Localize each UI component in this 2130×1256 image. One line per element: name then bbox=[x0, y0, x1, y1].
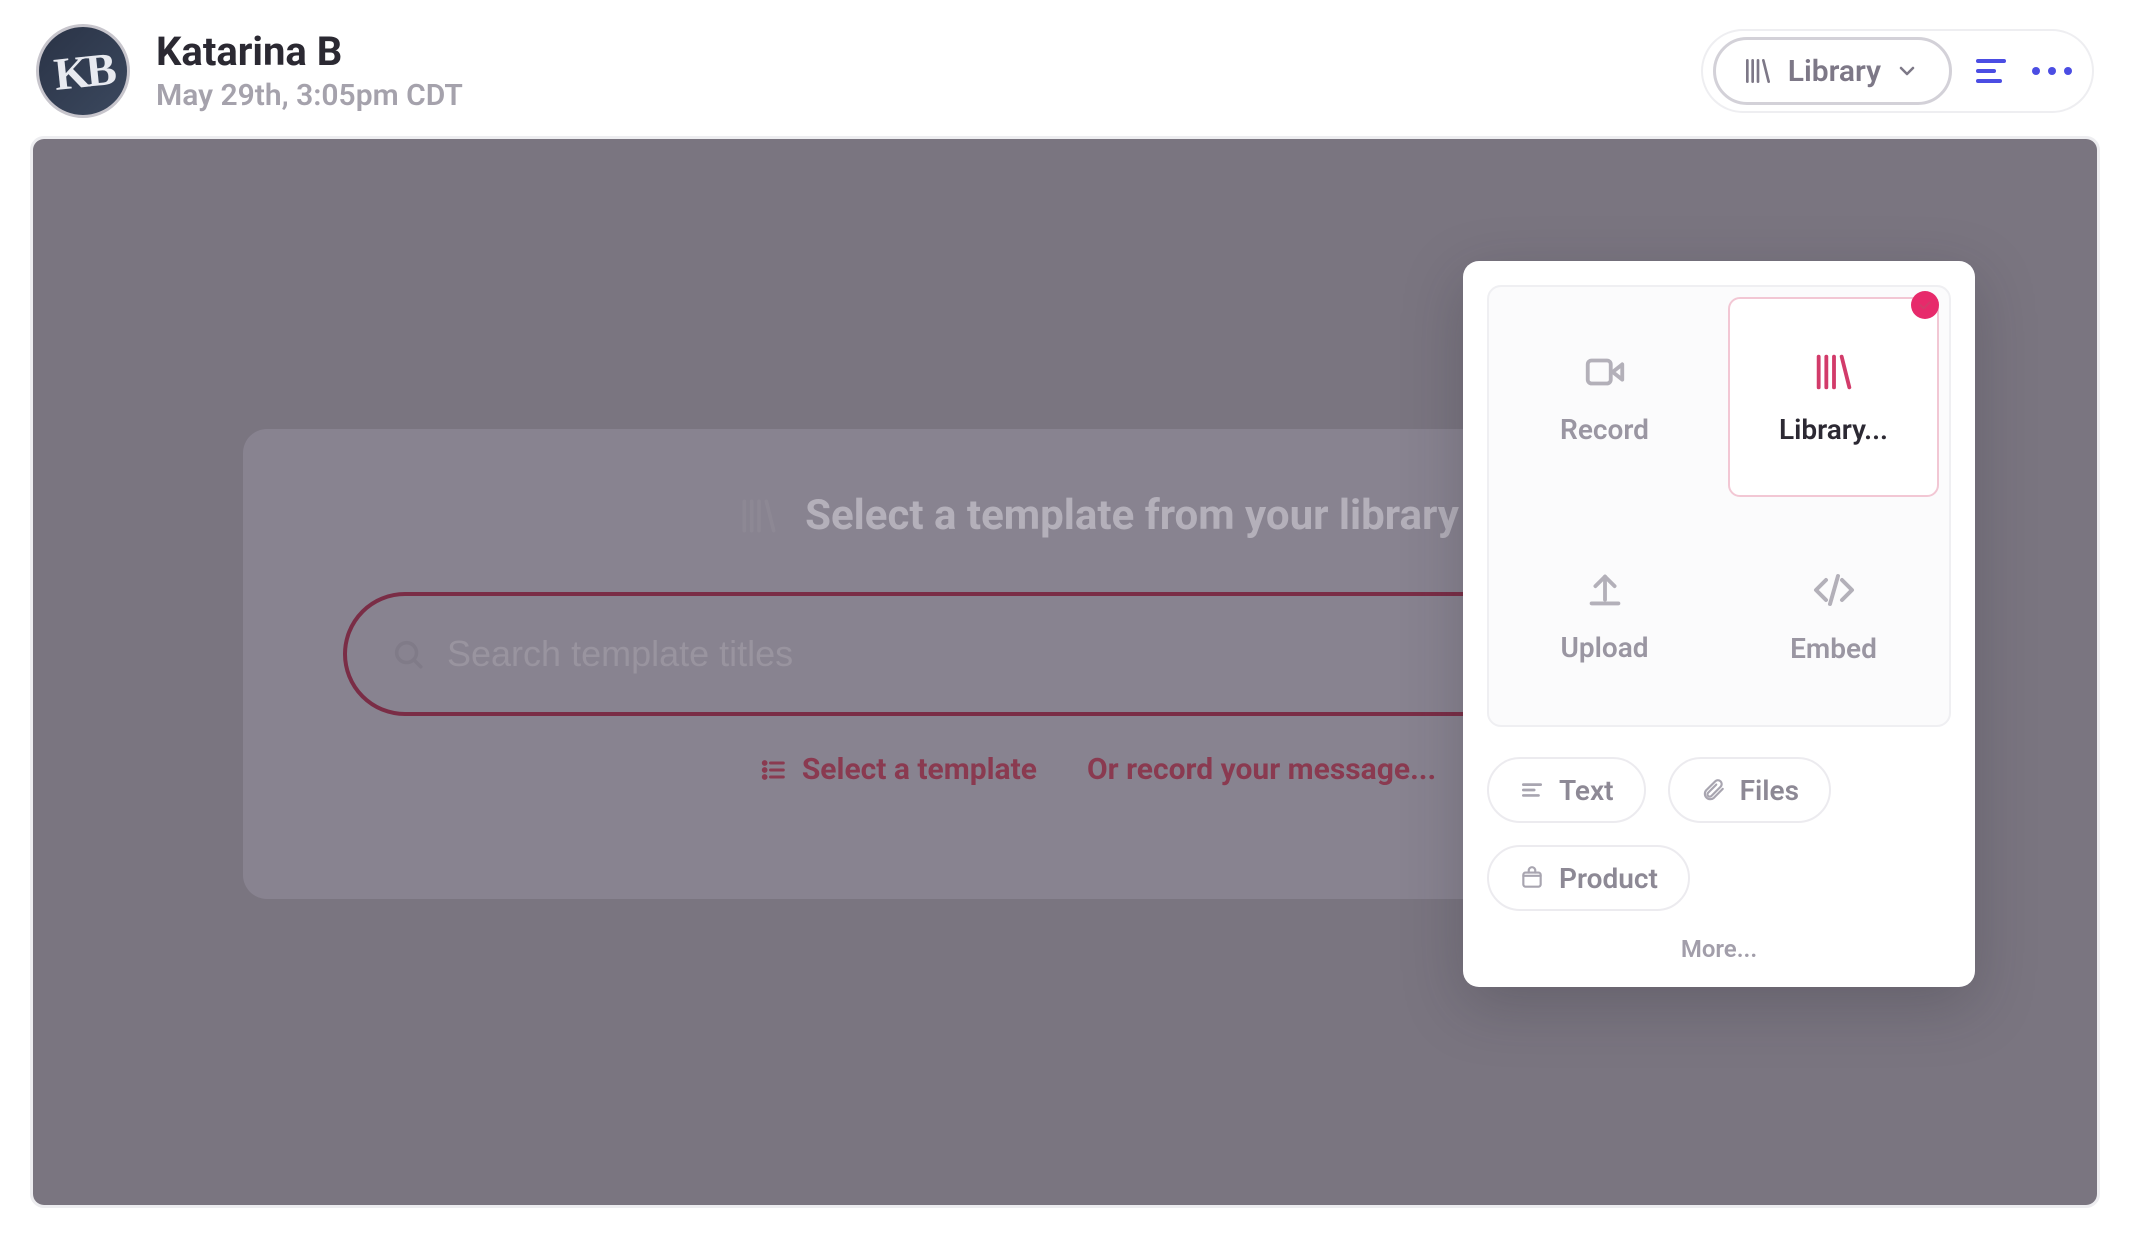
tile-embed[interactable]: Embed bbox=[1728, 515, 1939, 715]
library-icon bbox=[737, 494, 781, 538]
more-link-label: More... bbox=[1681, 935, 1757, 963]
more-menu-button[interactable] bbox=[2022, 61, 2082, 81]
user-name: Katarina B bbox=[156, 30, 1701, 74]
page-header: KB Katarina B May 29th, 3:05pm CDT Libra… bbox=[30, 20, 2100, 136]
list-icon bbox=[760, 756, 788, 784]
select-template-link[interactable]: Select a template bbox=[760, 752, 1037, 787]
tile-record-label: Record bbox=[1560, 413, 1649, 446]
chip-files[interactable]: Files bbox=[1668, 757, 1831, 823]
library-dropdown-label: Library bbox=[1788, 54, 1881, 89]
code-icon bbox=[1810, 566, 1858, 614]
tile-upload-label: Upload bbox=[1560, 631, 1648, 664]
box-icon bbox=[1519, 865, 1545, 891]
tile-embed-label: Embed bbox=[1790, 632, 1877, 665]
modal-links: Select a template Or record your message… bbox=[760, 752, 1436, 787]
chip-files-label: Files bbox=[1740, 774, 1799, 807]
upload-icon bbox=[1582, 567, 1628, 613]
video-icon bbox=[1582, 349, 1628, 395]
user-block: Katarina B May 29th, 3:05pm CDT bbox=[156, 30, 1701, 113]
tile-upload[interactable]: Upload bbox=[1499, 515, 1710, 715]
tile-library-label: Library... bbox=[1779, 413, 1888, 446]
insert-type-grid: Record Library... Upload bbox=[1487, 285, 1951, 727]
chip-product[interactable]: Product bbox=[1487, 845, 1690, 911]
template-modal-title-text: Select a template from your library bbox=[805, 491, 1459, 540]
more-link[interactable]: More... bbox=[1681, 935, 1757, 963]
avatar-initials: KB bbox=[51, 42, 115, 101]
chevron-down-icon bbox=[1895, 59, 1919, 83]
text-align-icon[interactable] bbox=[1970, 53, 2004, 89]
selected-check-badge bbox=[1911, 291, 1939, 319]
template-modal-title: Select a template from your library bbox=[737, 491, 1459, 540]
content-canvas: Select a template from your library Sele… bbox=[30, 136, 2100, 1208]
extra-chips: Text Files Product bbox=[1487, 757, 1951, 911]
insert-popover: Record Library... Upload bbox=[1463, 261, 1975, 987]
chip-product-label: Product bbox=[1559, 862, 1658, 895]
library-dropdown-button[interactable]: Library bbox=[1713, 37, 1952, 105]
search-icon bbox=[391, 637, 425, 671]
text-lines-icon bbox=[1519, 777, 1545, 803]
library-icon bbox=[1742, 55, 1774, 87]
tile-library[interactable]: Library... bbox=[1728, 297, 1939, 497]
chip-text[interactable]: Text bbox=[1487, 757, 1646, 823]
library-icon bbox=[1811, 349, 1857, 395]
header-controls: Library bbox=[1701, 29, 2094, 113]
paperclip-icon bbox=[1700, 777, 1726, 803]
tile-record[interactable]: Record bbox=[1499, 297, 1710, 497]
user-avatar[interactable]: KB bbox=[36, 24, 130, 118]
post-timestamp: May 29th, 3:05pm CDT bbox=[156, 78, 1701, 113]
check-icon bbox=[1917, 297, 1933, 313]
select-template-label: Select a template bbox=[802, 752, 1037, 787]
or-record-label: Or record your message... bbox=[1087, 752, 1436, 787]
or-record-link[interactable]: Or record your message... bbox=[1087, 752, 1436, 787]
chip-text-label: Text bbox=[1559, 774, 1614, 807]
